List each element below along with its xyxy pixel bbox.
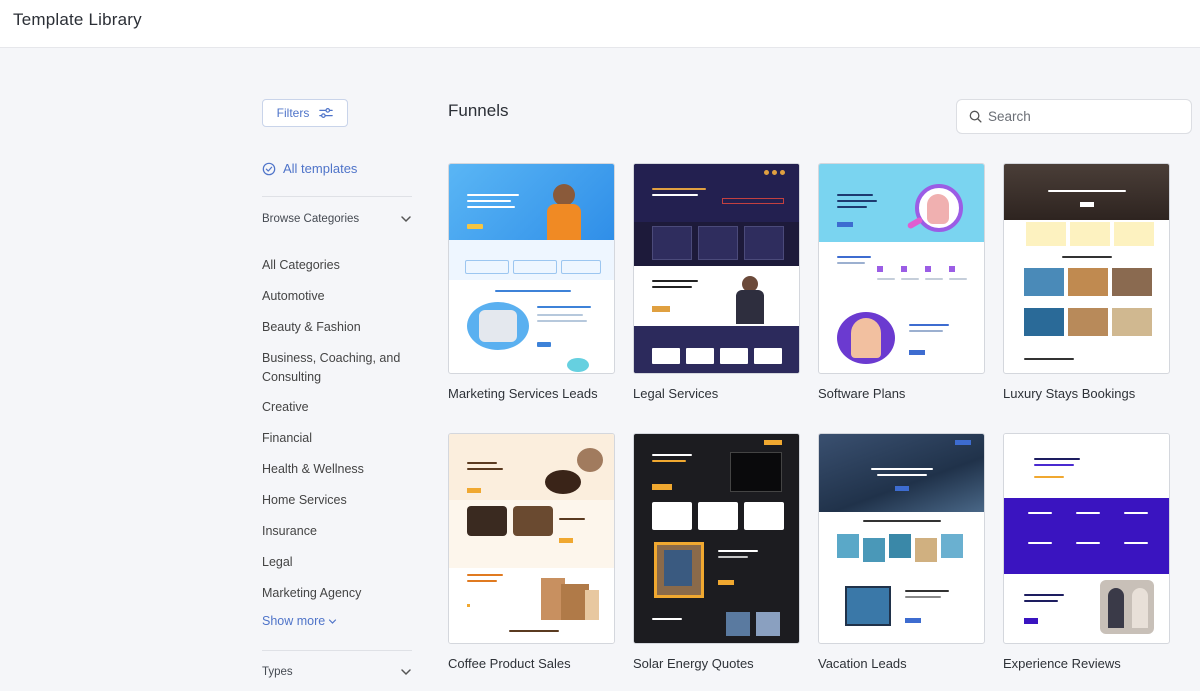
filters-button[interactable]: Filters bbox=[262, 99, 348, 127]
search-input[interactable] bbox=[988, 109, 1178, 124]
category-item[interactable]: Financial bbox=[262, 429, 412, 448]
template-name: Vacation Leads bbox=[818, 656, 907, 671]
template-card-solar-energy[interactable]: Solar Energy Quotes bbox=[633, 433, 800, 671]
template-card-vacation-leads[interactable]: Vacation Leads bbox=[818, 433, 985, 671]
browse-categories-toggle[interactable]: Browse Categories bbox=[262, 213, 412, 225]
template-card-software-plans[interactable]: Software Plans bbox=[818, 163, 985, 401]
category-item[interactable]: Automotive bbox=[262, 287, 412, 306]
template-thumbnail bbox=[448, 163, 615, 374]
category-item[interactable]: Business, Coaching, and Consulting bbox=[262, 349, 412, 387]
all-templates-label: All templates bbox=[283, 161, 358, 176]
category-item[interactable]: Legal bbox=[262, 553, 412, 572]
template-name: Solar Energy Quotes bbox=[633, 656, 754, 671]
template-name: Software Plans bbox=[818, 386, 906, 401]
chevron-down-icon bbox=[401, 216, 411, 223]
template-thumbnail bbox=[633, 433, 800, 644]
search-box bbox=[956, 99, 1192, 134]
types-toggle[interactable]: Types bbox=[262, 666, 412, 678]
category-item[interactable]: All Categories bbox=[262, 256, 412, 275]
category-item[interactable]: Health & Wellness bbox=[262, 460, 412, 479]
category-item[interactable]: Marketing Agency bbox=[262, 584, 412, 603]
template-card-experience-reviews[interactable]: Experience Reviews bbox=[1003, 433, 1170, 671]
sidebar-divider bbox=[262, 196, 412, 197]
category-item[interactable]: Creative bbox=[262, 398, 412, 417]
template-thumbnail bbox=[1003, 433, 1170, 644]
template-thumbnail bbox=[818, 433, 985, 644]
category-item[interactable]: Beauty & Fashion bbox=[262, 318, 412, 337]
template-name: Legal Services bbox=[633, 386, 719, 401]
browse-categories-label: Browse Categories bbox=[262, 213, 360, 225]
template-name: Marketing Services Leads bbox=[448, 386, 598, 401]
page-title: Template Library bbox=[13, 10, 142, 29]
template-name: Experience Reviews bbox=[1003, 656, 1121, 671]
template-card-luxury-stays[interactable]: Luxury Stays Bookings bbox=[1003, 163, 1170, 401]
template-thumbnail bbox=[448, 433, 615, 644]
template-name: Luxury Stays Bookings bbox=[1003, 386, 1136, 401]
category-item[interactable]: Home Services bbox=[262, 491, 412, 510]
all-templates-link[interactable]: All templates bbox=[262, 161, 357, 176]
template-thumbnail bbox=[633, 163, 800, 374]
template-thumbnail bbox=[1003, 163, 1170, 374]
template-card-coffee-product[interactable]: Coffee Product Sales bbox=[448, 433, 615, 671]
category-item[interactable]: Insurance bbox=[262, 522, 412, 541]
sliders-icon bbox=[319, 108, 334, 118]
top-bar: Template Library bbox=[0, 0, 1200, 48]
section-title: Funnels bbox=[448, 101, 509, 120]
types-label: Types bbox=[262, 666, 293, 678]
template-thumbnail bbox=[818, 163, 985, 374]
template-card-legal-services[interactable]: Legal Services bbox=[633, 163, 800, 401]
template-name: Coffee Product Sales bbox=[448, 656, 571, 671]
chevron-down-icon bbox=[329, 618, 337, 624]
filters-label: Filters bbox=[276, 106, 310, 120]
sidebar-divider bbox=[262, 650, 412, 651]
search-icon bbox=[969, 110, 982, 123]
chevron-down-icon bbox=[401, 669, 411, 676]
show-more-link[interactable]: Show more bbox=[262, 614, 337, 628]
check-circle-icon bbox=[262, 162, 276, 175]
template-card-marketing-services[interactable]: Marketing Services Leads bbox=[448, 163, 615, 401]
show-more-label: Show more bbox=[262, 614, 326, 628]
category-list: All Categories Automotive Beauty & Fashi… bbox=[262, 256, 412, 603]
